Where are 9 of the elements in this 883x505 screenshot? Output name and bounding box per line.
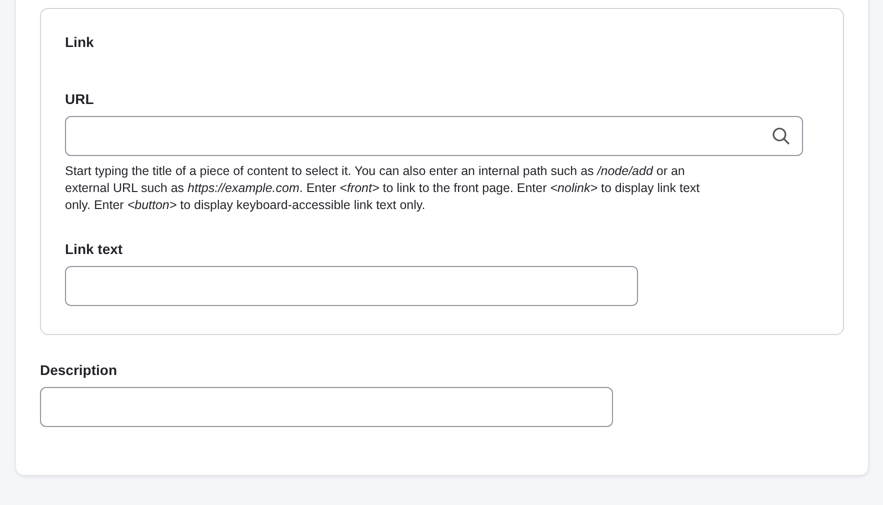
search-icon [772, 127, 790, 145]
fieldset-legend: Link [65, 33, 819, 51]
url-field[interactable] [65, 116, 803, 156]
link-text-field[interactable] [65, 266, 638, 306]
help-text: Start typing the title of a piece of content to select it. You can also enter an internal path such as /node/add or an external URL such as https://example.com. Enter <front> to link to the front page. Enter <nolink> to display link text only. Enter <button> to display keyboard-accessible link text only. [65, 163, 701, 214]
description-field[interactable] [40, 387, 613, 427]
field-label: Description [40, 361, 118, 379]
field-label: Link text [65, 240, 124, 258]
field-label: URL [65, 90, 95, 108]
